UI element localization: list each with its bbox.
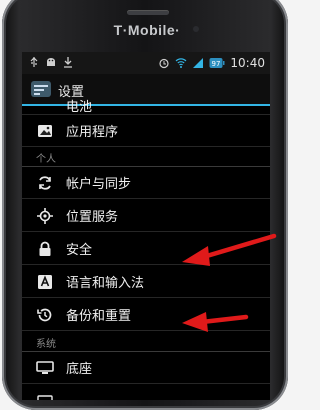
annotation-arrow-security [182,233,277,266]
list-item-dock[interactable]: 底座 [22,352,270,384]
apps-label: 应用程序 [66,125,119,140]
usb-icon [30,57,38,67]
section-system-label: 系统 [36,339,56,350]
item-icon-partial [36,391,54,400]
list-item-language-input[interactable]: 语言和输入法 [22,266,270,298]
language-input-label: 语言和输入法 [66,276,145,291]
dock-icon [36,359,54,377]
accounts-sync-label: 帐户与同步 [66,177,132,192]
status-bar: 97 10:40 [22,52,270,74]
carrier-logo: T·Mobile· [113,22,181,38]
battery-label: 电池 [66,99,93,115]
location-label: 位置服务 [66,210,119,225]
keyboard-letter-icon [36,273,54,291]
backup-reset-label: 备份和重置 [66,309,132,324]
front-camera [193,26,199,32]
list-item-accounts-sync[interactable]: 帐户与同步 [22,167,270,199]
location-icon [36,207,54,225]
wifi-icon [175,58,187,68]
security-label: 安全 [66,243,93,258]
earpiece-speaker [127,10,169,15]
signal-icon [193,58,204,68]
battery-icon: 97 [209,58,225,68]
list-item-apps[interactable]: 应用程序 [22,115,270,147]
phone-screen: 97 10:40 设置 电池 应用程序 个人 帐户与同步 位置服务 安全 语言和… [22,52,270,400]
annotation-arrow-backup [182,312,249,332]
section-personal-label: 个人 [36,154,56,165]
lock-icon [36,240,54,258]
list-item-next[interactable] [22,385,270,400]
backup-restore-icon [36,306,54,324]
alarm-icon [159,58,170,69]
section-header-personal: 个人 [22,148,270,167]
clock: 10:40 [230,56,265,70]
android-debug-icon [47,58,55,66]
dock-label: 底座 [66,362,93,377]
apps-icon [36,122,54,140]
list-item-battery[interactable]: 电池 [22,96,270,115]
download-icon [64,57,72,68]
sync-icon [36,174,54,192]
battery-level: 97 [212,60,221,68]
